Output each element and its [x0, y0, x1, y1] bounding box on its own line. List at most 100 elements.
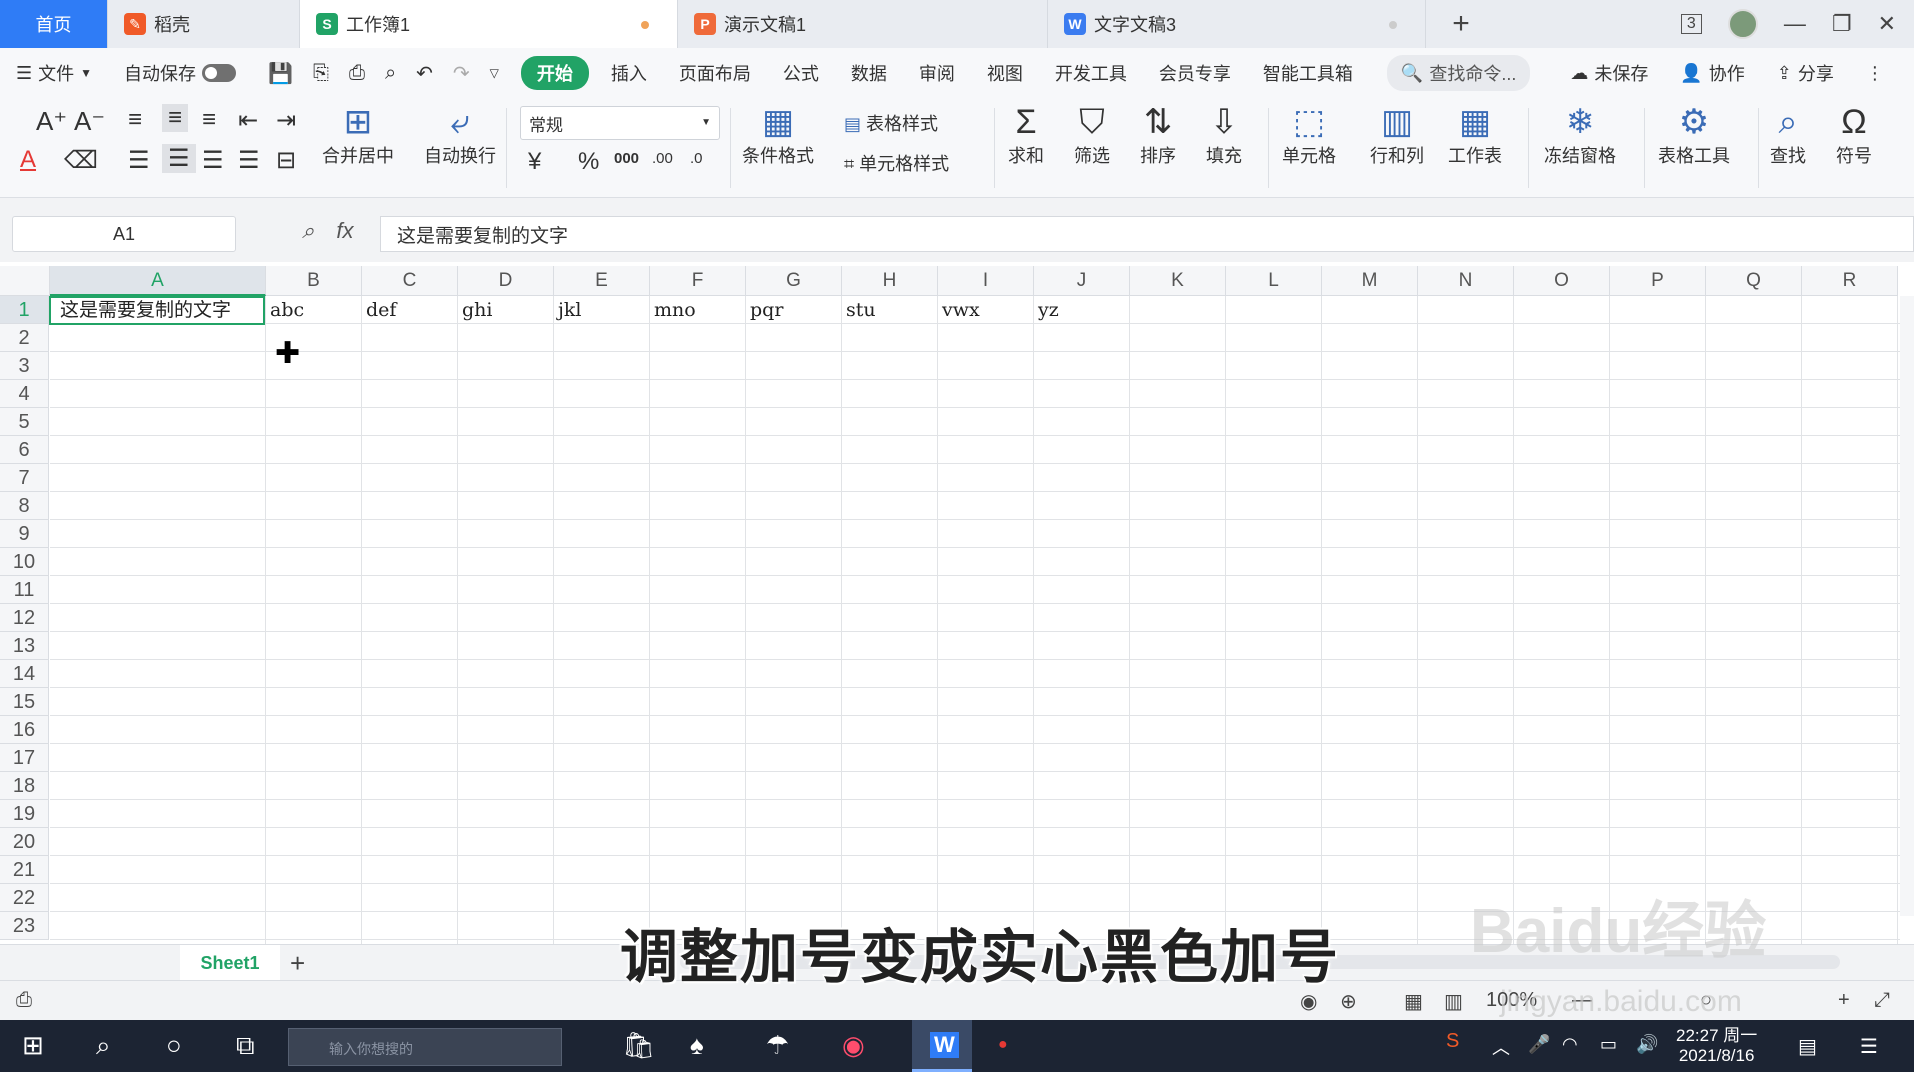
row-header[interactable]: 20: [0, 828, 49, 856]
restore-icon[interactable]: ❐: [1832, 11, 1852, 37]
distribute-icon[interactable]: ⊟: [276, 146, 296, 175]
row-header[interactable]: 19: [0, 800, 49, 828]
cond-format-button[interactable]: ▦ 条件格式: [742, 102, 814, 168]
row-header[interactable]: 23: [0, 912, 49, 940]
merge-center-button[interactable]: ⊞ 合并居中: [322, 102, 394, 168]
sum-button[interactable]: Σ 求和: [1008, 102, 1044, 168]
symbol-button[interactable]: Ω 符号: [1836, 102, 1872, 168]
record-icon[interactable]: ●: [998, 1036, 1008, 1054]
sheet-tab-sheet1[interactable]: Sheet1: [180, 945, 280, 981]
row-header[interactable]: 7: [0, 464, 49, 492]
column-header[interactable]: I: [938, 266, 1034, 296]
row-header[interactable]: 6: [0, 436, 49, 464]
menu-formula[interactable]: 公式: [767, 60, 835, 86]
cell-style-button[interactable]: ⌗ 单元格样式: [844, 150, 949, 176]
justify-icon[interactable]: ☰: [238, 146, 260, 175]
table-tools-button[interactable]: ⚙ 表格工具: [1658, 102, 1730, 168]
align-center-icon[interactable]: ☰: [162, 144, 196, 173]
macro-icon[interactable]: ⎙: [16, 989, 32, 1012]
cell-F1[interactable]: mno: [650, 296, 696, 324]
cell-E1[interactable]: jkl: [554, 296, 581, 324]
new-tab-button[interactable]: +: [1426, 0, 1496, 48]
menu-developer[interactable]: 开发工具: [1039, 60, 1143, 86]
print-preview-icon[interactable]: ⌕: [385, 62, 396, 85]
worksheet-button[interactable]: ▦ 工作表: [1448, 102, 1502, 168]
avatar[interactable]: [1727, 9, 1758, 39]
cell-J1[interactable]: yz: [1034, 296, 1059, 324]
spreadsheet-grid[interactable]: ABCDEFGHIJKLMNOPQR 1 2 3 4 5 6 7 8 9 10 11 12 13 14 15…: [0, 266, 1914, 946]
find-button[interactable]: ⌕ 查找: [1770, 102, 1806, 168]
column-header[interactable]: K: [1130, 266, 1226, 296]
save-icon[interactable]: 💾: [268, 61, 293, 86]
mic-icon[interactable]: 🎤: [1528, 1034, 1550, 1055]
redo-icon[interactable]: ↷: [453, 61, 470, 86]
command-search[interactable]: 🔍 查找命令...: [1386, 55, 1531, 91]
cell-G1[interactable]: pqr: [746, 296, 783, 324]
menu-start[interactable]: 开始: [520, 56, 589, 90]
row-header[interactable]: 15: [0, 688, 49, 716]
cell-D1[interactable]: ghi: [458, 296, 492, 324]
more-icon[interactable]: ⋮: [1850, 63, 1900, 84]
indent-decrease-icon[interactable]: ⇤: [238, 106, 258, 135]
task-view-icon[interactable]: ⧉: [236, 1030, 255, 1062]
print-icon[interactable]: ⎙: [349, 62, 365, 85]
menu-smart-tools[interactable]: 智能工具箱: [1247, 60, 1369, 86]
column-header[interactable]: J: [1034, 266, 1130, 296]
align-middle-icon[interactable]: ≡: [162, 104, 189, 132]
file-menu[interactable]: ☰ 文件 ▼: [0, 60, 108, 86]
align-bottom-icon[interactable]: ≡: [202, 106, 216, 134]
percent-icon[interactable]: %: [578, 148, 599, 176]
increase-decimal-icon[interactable]: .00: [652, 150, 673, 167]
align-top-icon[interactable]: ≡: [128, 106, 142, 134]
font-shrink-icon[interactable]: A⁻: [74, 106, 105, 137]
fx-icon[interactable]: fx: [336, 218, 353, 244]
indent-increase-icon[interactable]: ⇥: [276, 106, 296, 135]
row-header[interactable]: 2: [0, 324, 49, 352]
row-header[interactable]: 1: [0, 296, 49, 324]
align-right-icon[interactable]: ☰: [202, 146, 224, 175]
cell-B1[interactable]: abc: [266, 296, 304, 324]
column-header[interactable]: P: [1610, 266, 1706, 296]
tab-presentation[interactable]: P 演示文稿1: [678, 0, 1048, 48]
row-header[interactable]: 12: [0, 604, 49, 632]
search-icon[interactable]: ⌕: [96, 1030, 111, 1062]
row-header[interactable]: 10: [0, 548, 49, 576]
vertical-scrollbar[interactable]: [1900, 296, 1914, 916]
selected-cell[interactable]: [49, 296, 265, 325]
sort-button[interactable]: ⇅ 排序: [1140, 102, 1176, 168]
fill-button[interactable]: ⇩ 填充: [1206, 102, 1242, 168]
close-icon[interactable]: ✕: [1878, 11, 1896, 37]
menu-review[interactable]: 审阅: [903, 60, 971, 86]
menu-data[interactable]: 数据: [835, 60, 903, 86]
font-grow-icon[interactable]: A⁺: [36, 106, 67, 137]
column-header[interactable]: F: [650, 266, 746, 296]
volume-icon[interactable]: 🔊: [1636, 1034, 1658, 1055]
menu-insert[interactable]: 插入: [595, 60, 663, 86]
column-header[interactable]: R: [1802, 266, 1898, 296]
row-header[interactable]: 21: [0, 856, 49, 884]
menu-member[interactable]: 会员专享: [1143, 60, 1247, 86]
row-header[interactable]: 16: [0, 716, 49, 744]
toggle-switch-icon[interactable]: [202, 64, 237, 82]
row-header[interactable]: 3: [0, 352, 49, 380]
column-header[interactable]: L: [1226, 266, 1322, 296]
tab-home[interactable]: 首页: [0, 0, 108, 48]
row-header[interactable]: 22: [0, 884, 49, 912]
select-all-corner[interactable]: [0, 266, 50, 296]
column-header[interactable]: C: [362, 266, 458, 296]
row-header[interactable]: 5: [0, 408, 49, 436]
column-header[interactable]: O: [1514, 266, 1610, 296]
eraser-icon[interactable]: ⌫: [64, 146, 98, 175]
currency-icon[interactable]: ¥: [528, 148, 541, 176]
row-header[interactable]: 8: [0, 492, 49, 520]
tab-workbook[interactable]: S 工作簿1: [300, 0, 678, 48]
umbrella-app-icon[interactable]: ☂: [766, 1030, 789, 1061]
notes-icon[interactable]: ▤: [1798, 1034, 1817, 1059]
row-header[interactable]: 13: [0, 632, 49, 660]
fullscreen-icon[interactable]: ⤢: [1874, 989, 1890, 1012]
row-header[interactable]: 9: [0, 520, 49, 548]
notification-icon[interactable]: ☰: [1860, 1034, 1878, 1059]
font-color-icon[interactable]: A: [20, 146, 36, 174]
row-header[interactable]: 18: [0, 772, 49, 800]
column-header[interactable]: B: [266, 266, 362, 296]
